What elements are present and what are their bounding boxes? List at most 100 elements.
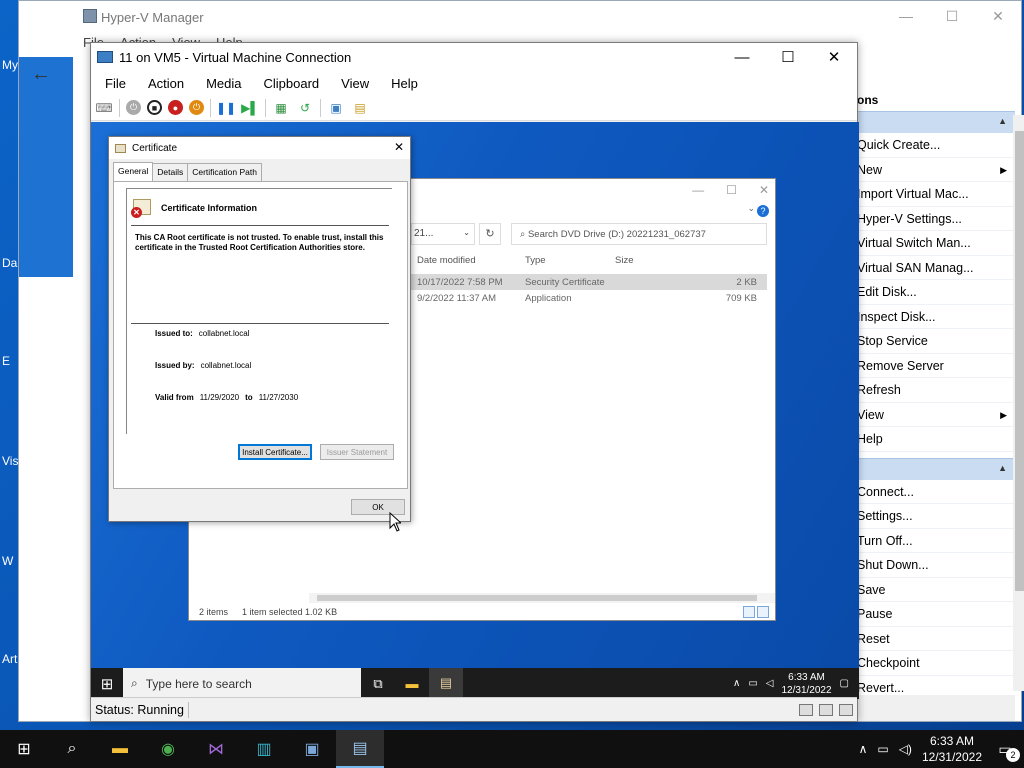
desktop-icon-label[interactable]: Art — [2, 652, 17, 666]
tab-general[interactable]: General — [113, 162, 154, 181]
remote-desktop-icon[interactable]: ▣ — [288, 730, 336, 768]
address-bar[interactable]: 21... ⌄ — [411, 223, 475, 245]
network-icon[interactable]: ▭ — [748, 678, 757, 689]
share-icon[interactable]: ▤ — [351, 99, 369, 117]
guest-desktop[interactable]: — ☐ ✕ ⌄ ? 21... ⌄ ↻ ⌕ Search DVD Drive (… — [91, 122, 859, 699]
action-item[interactable]: New — [855, 158, 1015, 182]
table-row[interactable]: 10/17/2022 7:58 PM Security Certificate … — [411, 274, 767, 290]
action-item[interactable]: Hyper-V Settings... — [855, 207, 1015, 231]
action-item[interactable]: Inspect Disk... — [855, 305, 1015, 329]
column-size[interactable]: Size — [609, 255, 659, 273]
guest-clock[interactable]: 6:33 AM 12/31/2022 — [781, 671, 831, 697]
windows-start-icon[interactable]: ⊞ — [0, 730, 48, 768]
vm-action-item[interactable]: Turn Off... — [855, 529, 1015, 553]
minimize-icon[interactable]: — — [883, 1, 929, 31]
desktop-icon-label[interactable]: My — [2, 58, 18, 72]
maximize-icon[interactable]: ☐ — [765, 43, 811, 71]
minimize-icon[interactable]: — — [692, 183, 704, 197]
turn-off-icon[interactable]: ■ — [147, 100, 162, 115]
chevron-down-icon[interactable]: ⌄ — [747, 203, 755, 214]
vm-action-item[interactable]: Settings... — [855, 504, 1015, 529]
volume-icon[interactable]: ◁ — [766, 678, 774, 689]
install-certificate-button[interactable]: Install Certificate... — [238, 444, 312, 460]
file-explorer-icon[interactable]: ▬ — [395, 668, 429, 699]
minimize-icon[interactable]: — — [719, 43, 765, 71]
help-icon[interactable]: ? — [757, 205, 769, 217]
vm-menu-action[interactable]: Action — [148, 76, 184, 91]
back-arrow-icon[interactable]: ← — [31, 63, 51, 86]
actions-server-group[interactable] — [855, 111, 1015, 133]
tab-certification-path[interactable]: Certification Path — [187, 163, 262, 182]
search-icon[interactable]: ⌕ — [48, 730, 96, 768]
action-item[interactable]: Remove Server — [855, 354, 1015, 378]
task-view-icon[interactable]: ⧉ — [361, 668, 395, 699]
chevron-down-icon[interactable]: ⌄ — [463, 228, 470, 237]
close-icon[interactable]: ✕ — [759, 183, 769, 197]
resume-icon[interactable]: ▶▌ — [241, 99, 259, 117]
table-row[interactable]: 9/2/2022 11:37 AM Application 709 KB — [411, 290, 767, 306]
revert-icon[interactable]: ↺ — [296, 99, 314, 117]
actions-vm-group[interactable] — [855, 457, 1015, 480]
vm-connection-taskbar-icon[interactable]: ▤ — [336, 730, 384, 768]
guest-search-box[interactable]: ⌕ Type here to search — [123, 668, 361, 699]
maximize-icon[interactable]: ☐ — [726, 183, 737, 197]
action-item[interactable]: Stop Service — [855, 329, 1015, 354]
column-type[interactable]: Type — [519, 255, 609, 273]
desktop-icon-label[interactable]: E — [2, 354, 10, 368]
action-item[interactable]: View — [855, 403, 1015, 427]
desktop-icon-label[interactable]: Vis — [2, 454, 18, 468]
shut-down-icon[interactable]: ● — [168, 100, 183, 115]
vm-action-item[interactable]: Connect... — [855, 480, 1015, 504]
issuer-statement-button[interactable]: Issuer Statement — [320, 444, 394, 460]
action-item[interactable]: Quick Create... — [855, 133, 1015, 158]
visual-studio-icon[interactable]: ⋈ — [192, 730, 240, 768]
action-item[interactable]: Virtual SAN Manag... — [855, 256, 1015, 280]
action-item[interactable]: Edit Disk... — [855, 280, 1015, 305]
volume-icon[interactable]: ◁) — [899, 742, 912, 756]
save-state-icon[interactable]: ⏻ — [189, 100, 204, 115]
vm-action-item[interactable]: Reset — [855, 627, 1015, 651]
action-item[interactable]: Help — [855, 427, 1015, 452]
chevron-up-icon[interactable]: ∧ — [733, 678, 740, 689]
pause-icon[interactable]: ❚❚ — [216, 99, 236, 117]
search-input[interactable]: ⌕ Search DVD Drive (D:) 20221231_062737 — [511, 223, 767, 245]
vm-action-item[interactable]: Shut Down... — [855, 553, 1015, 578]
certificate-title-bar[interactable]: Certificate ✕ — [109, 137, 410, 159]
windows-start-icon[interactable]: ⊞ — [91, 668, 123, 699]
vm-action-item[interactable]: Checkpoint — [855, 651, 1015, 676]
vm-menu-file[interactable]: File — [105, 76, 126, 91]
action-item[interactable]: Virtual Switch Man... — [855, 231, 1015, 256]
desktop-icon-label[interactable]: W — [2, 554, 13, 568]
start-icon[interactable]: ⏻ — [126, 100, 141, 115]
large-icons-view-icon[interactable] — [757, 606, 769, 618]
chevron-up-icon[interactable]: ∧ — [859, 742, 868, 756]
close-icon[interactable]: ✕ — [394, 140, 404, 154]
tab-details[interactable]: Details — [152, 163, 189, 182]
action-item[interactable]: Refresh — [855, 378, 1015, 403]
notification-icon[interactable]: ▢ — [840, 678, 849, 689]
checkpoint-icon[interactable]: ▦ — [272, 99, 290, 117]
actions-scrollbar[interactable] — [1013, 115, 1024, 691]
horizontal-scrollbar[interactable] — [309, 593, 775, 603]
enhanced-session-icon[interactable]: ▣ — [327, 99, 345, 117]
close-icon[interactable]: ✕ — [811, 43, 857, 71]
host-clock[interactable]: 6:33 AM 12/31/2022 — [922, 733, 982, 765]
vm-menu-view[interactable]: View — [341, 76, 369, 91]
desktop-icon-label[interactable]: Da — [2, 256, 17, 270]
hyperv-title-bar[interactable]: Hyper-V Manager — [19, 1, 1021, 33]
refresh-icon[interactable]: ↻ — [479, 223, 501, 245]
vm-menu-clipboard[interactable]: Clipboard — [264, 76, 320, 91]
vm-menu-help[interactable]: Help — [391, 76, 418, 91]
vm-action-item[interactable]: Pause — [855, 602, 1015, 627]
vm-action-item[interactable]: Save — [855, 578, 1015, 602]
maximize-icon[interactable]: ☐ — [929, 1, 975, 31]
certificate-taskbar-icon[interactable]: ▤ — [429, 668, 463, 699]
scrollbar-thumb[interactable] — [317, 595, 757, 601]
server-manager-icon[interactable]: ▥ — [240, 730, 288, 768]
ctrl-alt-del-icon[interactable]: ⌨ — [95, 99, 113, 117]
details-view-icon[interactable] — [743, 606, 755, 618]
chrome-icon[interactable]: ◉ — [144, 730, 192, 768]
file-explorer-icon[interactable]: ▬ — [96, 730, 144, 768]
close-icon[interactable]: ✕ — [975, 1, 1021, 31]
vm-menu-media[interactable]: Media — [206, 76, 241, 91]
